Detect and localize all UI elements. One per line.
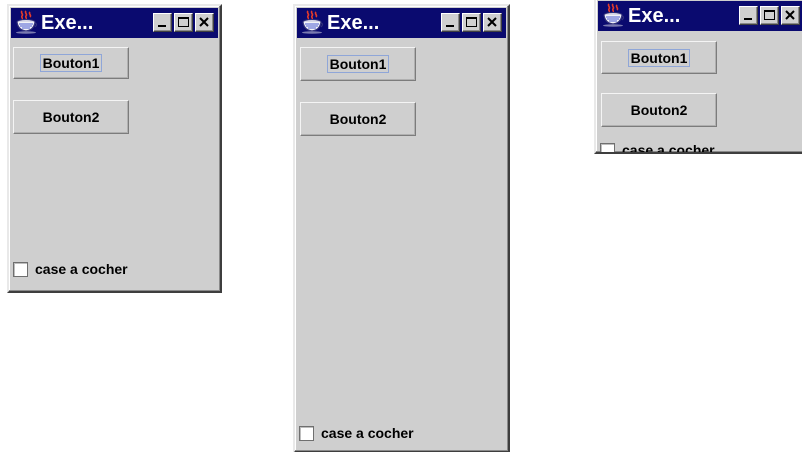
window-title: Exe...	[327, 12, 380, 34]
maximize-button[interactable]	[174, 13, 193, 32]
minimize-icon	[158, 25, 166, 27]
window-titlebar[interactable]: Exe...	[297, 8, 506, 38]
maximize-icon	[764, 10, 775, 20]
checkbox-label: case a cocher	[35, 261, 128, 277]
close-icon	[785, 10, 795, 20]
java-coffee-cup-icon[interactable]	[300, 10, 324, 34]
minimize-icon	[744, 18, 752, 20]
bouton1-button[interactable]: Bouton1	[601, 41, 717, 74]
window-titlebar[interactable]: Exe...	[11, 8, 218, 38]
minimize-button[interactable]	[153, 13, 172, 32]
bouton2-label: Bouton2	[329, 111, 387, 127]
bouton1-label: Bouton1	[627, 48, 691, 67]
minimize-icon	[446, 25, 454, 27]
window-titlebar[interactable]: Exe...	[598, 1, 802, 31]
close-icon	[487, 17, 497, 27]
minimize-button[interactable]	[441, 13, 460, 32]
close-button[interactable]	[483, 13, 502, 32]
close-button[interactable]	[781, 6, 800, 25]
window-title: Exe...	[41, 12, 94, 34]
bouton2-label: Bouton2	[42, 109, 100, 125]
checkbox-label: case a cocher	[321, 425, 414, 441]
minimize-button[interactable]	[739, 6, 758, 25]
window-1: Exe... Bouton1 Bouton2 case a cocher	[7, 4, 222, 293]
java-coffee-cup-icon[interactable]	[14, 10, 38, 34]
bouton1-label: Bouton1	[39, 54, 103, 72]
bouton2-label: Bouton2	[630, 102, 688, 118]
java-coffee-cup-icon[interactable]	[601, 3, 625, 27]
bouton2-button[interactable]: Bouton2	[601, 93, 717, 127]
desktop-canvas: Exe... Bouton1 Bouton2 case a cocher Exe…	[0, 0, 802, 452]
maximize-icon	[466, 17, 477, 27]
maximize-button[interactable]	[760, 6, 779, 25]
window-2: Exe... Bouton1 Bouton2 case a cocher	[293, 4, 510, 452]
close-button[interactable]	[195, 13, 214, 32]
maximize-button[interactable]	[462, 13, 481, 32]
maximize-icon	[178, 17, 189, 27]
window-3: Exe... Bouton1 Bouton2 case a cocher	[594, 0, 802, 154]
bouton1-label: Bouton1	[326, 55, 390, 73]
bouton1-button[interactable]: Bouton1	[300, 47, 416, 81]
checkbox-box[interactable]	[600, 143, 615, 152]
window-title: Exe...	[628, 5, 681, 27]
bouton2-button[interactable]: Bouton2	[13, 100, 129, 134]
close-icon	[199, 17, 209, 27]
bouton2-button[interactable]: Bouton2	[300, 102, 416, 136]
checkbox-box[interactable]	[13, 262, 28, 277]
checkbox-box[interactable]	[299, 426, 314, 441]
checkbox-label: case a cocher	[622, 142, 715, 154]
bouton1-button[interactable]: Bouton1	[13, 47, 129, 79]
